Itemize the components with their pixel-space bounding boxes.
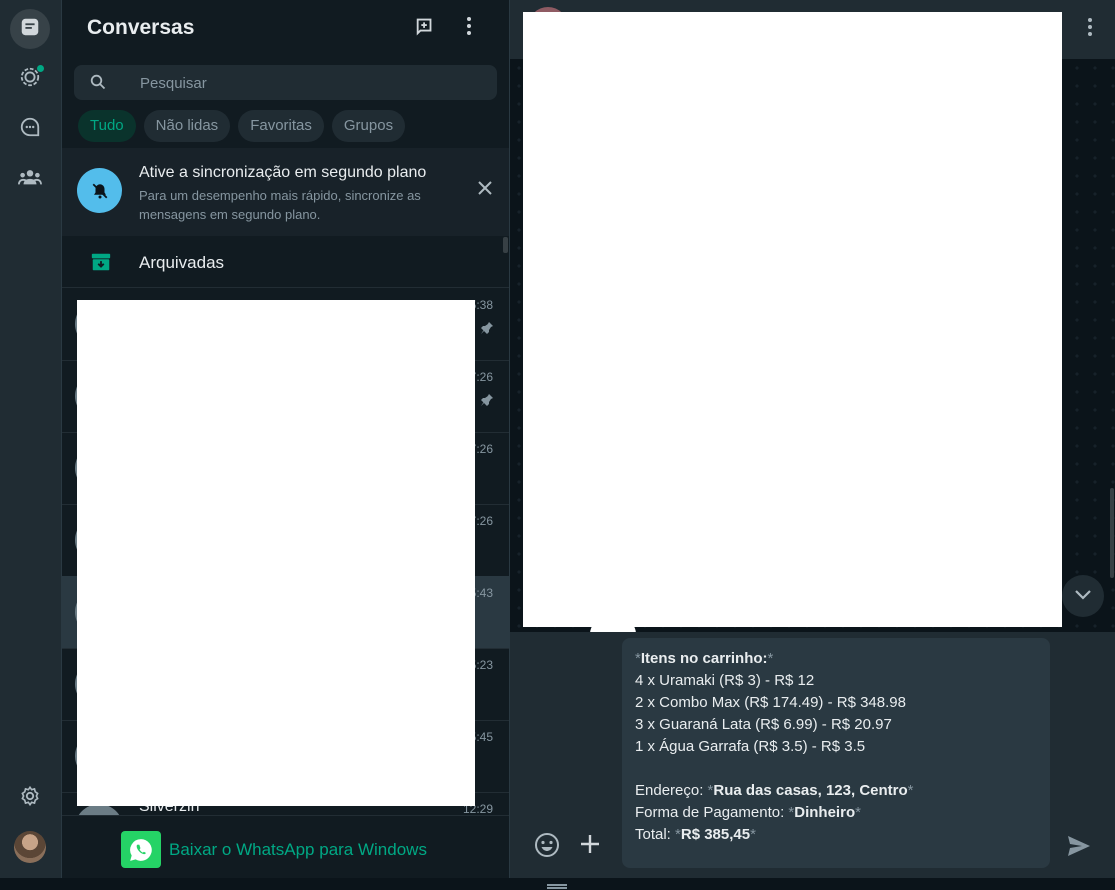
archived-row[interactable]: Arquivadas: [62, 237, 509, 288]
nav-rail: [0, 0, 62, 878]
search-input[interactable]: [138, 65, 482, 102]
filter-groups[interactable]: Grupos: [331, 110, 406, 142]
composer-line: 4 x Uramaki (R$ 3) - R$ 12: [635, 670, 1037, 692]
profile-avatar[interactable]: [14, 831, 46, 863]
composer-line: [635, 758, 1037, 780]
composer-text: Rua das casas, 123, Centro: [713, 782, 908, 799]
gear-icon: [19, 785, 41, 812]
filter-favorites[interactable]: Favoritas: [238, 110, 324, 142]
channels-button[interactable]: [10, 109, 50, 149]
new-chat-icon: [414, 15, 436, 42]
conversation-panel: *Itens no carrinho:* 4 x Uramaki (R$ 3) -…: [510, 0, 1115, 878]
search-box: [74, 65, 497, 102]
muted-bell-icon: [77, 168, 122, 213]
composer-text: Dinheiro: [794, 804, 856, 821]
send-icon[interactable]: [1067, 835, 1091, 862]
composer-text: R$ 385,45: [680, 826, 751, 843]
banner-title: Ative a sincronização em segundo plano: [139, 164, 427, 181]
banner-body: Para um desempenho mais rápido, sincroni…: [139, 188, 421, 222]
message-scrollbar[interactable]: [1110, 488, 1114, 578]
kebab-menu-icon: [466, 16, 472, 41]
panel-title: Conversas: [87, 16, 195, 39]
whatsapp-logo-icon: [121, 831, 161, 868]
composer-text: Endereço:: [635, 782, 708, 799]
scroll-to-bottom-button[interactable]: [1062, 575, 1104, 617]
channels-icon: [19, 116, 41, 143]
archived-label: Arquivadas: [139, 253, 225, 272]
composer-line: 3 x Guaraná Lata (R$ 6.99) - R$ 20.97: [635, 714, 1037, 736]
composer-text: Total:: [635, 826, 676, 843]
composer-text: *: [750, 826, 756, 843]
status-button[interactable]: [10, 59, 50, 99]
chevron-down-icon: [1075, 587, 1091, 605]
attach-plus-icon[interactable]: [580, 834, 600, 859]
composer-line: Total: *R$ 385,45*: [635, 824, 1037, 846]
chat-list-scrollbar[interactable]: [503, 237, 508, 253]
banner-close-button[interactable]: [473, 178, 497, 202]
new-chat-button[interactable]: [412, 15, 438, 41]
composer-text: 2 x Combo Max (R$ 174.49) - R$ 348.98: [635, 694, 906, 711]
composer-text: Forma de Pagamento:: [635, 804, 789, 821]
composer-line: *Itens no carrinho:*: [635, 648, 1037, 670]
chat-menu-button[interactable]: [1087, 17, 1093, 42]
pin-icon: [480, 393, 494, 412]
message-input[interactable]: *Itens no carrinho:* 4 x Uramaki (R$ 3) -…: [622, 638, 1050, 868]
composer-text: 3 x Guaraná Lata (R$ 6.99) - R$ 20.97: [635, 716, 892, 733]
status-badge: [37, 65, 44, 72]
composer-line: Forma de Pagamento: *Dinheiro*: [635, 802, 1037, 824]
emoji-icon[interactable]: [534, 832, 560, 863]
composer-text: Itens no carrinho:: [640, 650, 768, 667]
composer-bar: *Itens no carrinho:* 4 x Uramaki (R$ 3) -…: [510, 632, 1115, 878]
search-icon: [90, 74, 106, 95]
composer-text: *: [855, 804, 861, 821]
composer-text: *: [767, 650, 774, 667]
settings-button[interactable]: [10, 778, 50, 818]
sync-banner[interactable]: Ative a sincronização em segundo plano P…: [62, 148, 509, 236]
close-icon: [478, 180, 492, 200]
composer-line: 2 x Combo Max (R$ 174.49) - R$ 348.98: [635, 692, 1037, 714]
download-banner[interactable]: Baixar o WhatsApp para Windows: [62, 815, 509, 878]
pin-icon: [480, 321, 494, 340]
chats-button[interactable]: [10, 9, 50, 49]
redacted-area: [77, 300, 475, 806]
filter-unread[interactable]: Não lidas: [143, 110, 231, 142]
filter-all[interactable]: Tudo: [78, 110, 136, 142]
download-link[interactable]: Baixar o WhatsApp para Windows: [169, 840, 427, 860]
filter-chips: Tudo Não lidas Favoritas Grupos: [78, 110, 406, 142]
chat-list-panel: Conversas Tudo Não lidas Favoritas Grupo…: [62, 0, 510, 878]
archive-icon: [90, 251, 112, 278]
composer-text: 1 x Água Garrafa (R$ 3.5) - R$ 3.5: [635, 738, 866, 755]
composer-text: *: [907, 782, 914, 799]
chats-icon: [19, 16, 41, 43]
composer-line: Endereço: *Rua das casas, 123, Centro*: [635, 780, 1037, 802]
composer-text: 4 x Uramaki (R$ 3) - R$ 12: [635, 672, 815, 689]
composer-line: 1 x Água Garrafa (R$ 3.5) - R$ 3.5: [635, 736, 1037, 758]
resize-grip-icon[interactable]: [547, 884, 567, 886]
communities-icon: [18, 166, 42, 193]
communities-button[interactable]: [10, 159, 50, 199]
menu-button[interactable]: [456, 15, 482, 41]
redacted-area: [523, 12, 1062, 627]
